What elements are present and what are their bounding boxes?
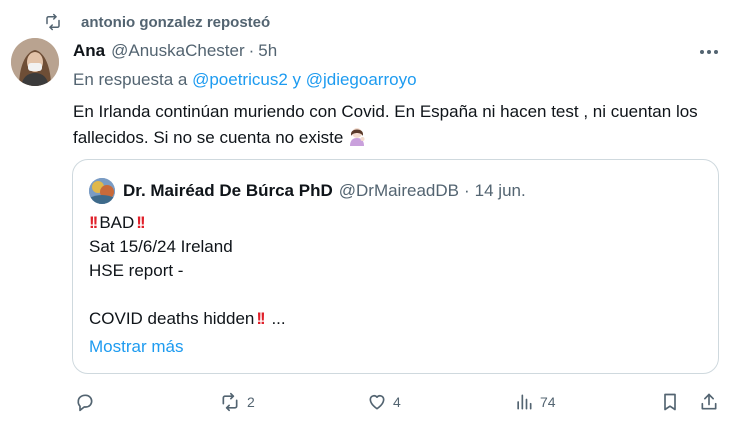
quote-line-2: Sat 15/6/24 Ireland <box>89 237 233 256</box>
separator-dot: · <box>248 41 255 60</box>
repost-icon <box>219 392 241 412</box>
quote-avatar <box>89 178 115 204</box>
double-exclamation-icon: !! <box>136 213 145 232</box>
quote-separator-dot: · <box>463 181 470 200</box>
tweet-header: Ana @AnuskaChester · 5h <box>73 38 723 64</box>
views-chart-icon <box>514 392 534 412</box>
show-more-link[interactable]: Mostrar más <box>89 337 183 357</box>
reply-prefix: En respuesta a <box>73 70 193 89</box>
tweet-text-content: En Irlanda continúan muriendo con Covid.… <box>73 102 698 147</box>
tweet-body: Ana @AnuskaChester · 5h En respuesta a @… <box>73 38 723 154</box>
woman-tipping-hand-emoji-icon <box>347 126 367 154</box>
reply-button[interactable] <box>75 392 95 412</box>
quote-header: Dr. Mairéad De Búrca PhD @DrMaireadDB · … <box>89 176 526 206</box>
quote-ellipsis: ... <box>266 309 286 328</box>
views-count: 74 <box>540 394 556 410</box>
bookmark-icon <box>660 392 680 412</box>
share-button[interactable] <box>699 392 719 412</box>
like-count: 4 <box>393 394 401 410</box>
views-button[interactable]: 74 <box>514 392 556 412</box>
repost-count: 2 <box>247 394 255 410</box>
quote-blank-line <box>89 283 286 307</box>
bookmark-button[interactable] <box>660 392 680 412</box>
quote-line-5-text: COVID deaths hidden <box>89 309 255 328</box>
reposted-by-label[interactable]: antonio gonzalez reposteó <box>81 14 270 31</box>
more-options-icon[interactable] <box>699 44 719 60</box>
like-button[interactable]: 4 <box>367 392 401 412</box>
quote-text: !! BAD!! Sat 15/6/24 Ireland HSE report - C… <box>89 211 286 331</box>
avatar[interactable] <box>11 38 59 86</box>
author-name[interactable]: Ana <box>73 41 105 61</box>
quote-line-5: COVID deaths hidden!! ... <box>89 307 286 331</box>
quote-author-name: Dr. Mairéad De Búrca PhD <box>123 181 333 200</box>
heart-icon <box>367 392 387 412</box>
share-icon <box>699 392 719 412</box>
repost-button[interactable]: 2 <box>219 392 255 412</box>
reply-users-link[interactable]: @poetricus2 y @jdiegoarroyo <box>192 70 416 89</box>
quote-line-3: HSE report - <box>89 261 184 280</box>
repost-icon <box>44 13 62 31</box>
double-exclamation-icon: !! <box>89 213 98 232</box>
action-bar: 2 4 74 <box>0 392 754 418</box>
quote-line-1-text: BAD <box>99 213 135 232</box>
quote-author-handle: @DrMaireadDB <box>338 181 459 200</box>
repost-context: antonio gonzalez reposteó <box>44 10 270 34</box>
quote-line-1: !! BAD!! <box>89 211 286 235</box>
reply-icon <box>75 392 95 412</box>
quote-timestamp: 14 jun. <box>474 181 526 200</box>
tweet-text: En Irlanda continúan muriendo con Covid.… <box>73 99 723 154</box>
reply-context: En respuesta a @poetricus2 y @jdiegoarro… <box>73 70 723 92</box>
timestamp[interactable]: 5h <box>258 41 277 61</box>
quoted-tweet[interactable]: Dr. Mairéad De Búrca PhD @DrMaireadDB · … <box>72 159 719 374</box>
double-exclamation-icon: !! <box>256 309 265 328</box>
author-handle[interactable]: @AnuskaChester <box>111 41 245 61</box>
